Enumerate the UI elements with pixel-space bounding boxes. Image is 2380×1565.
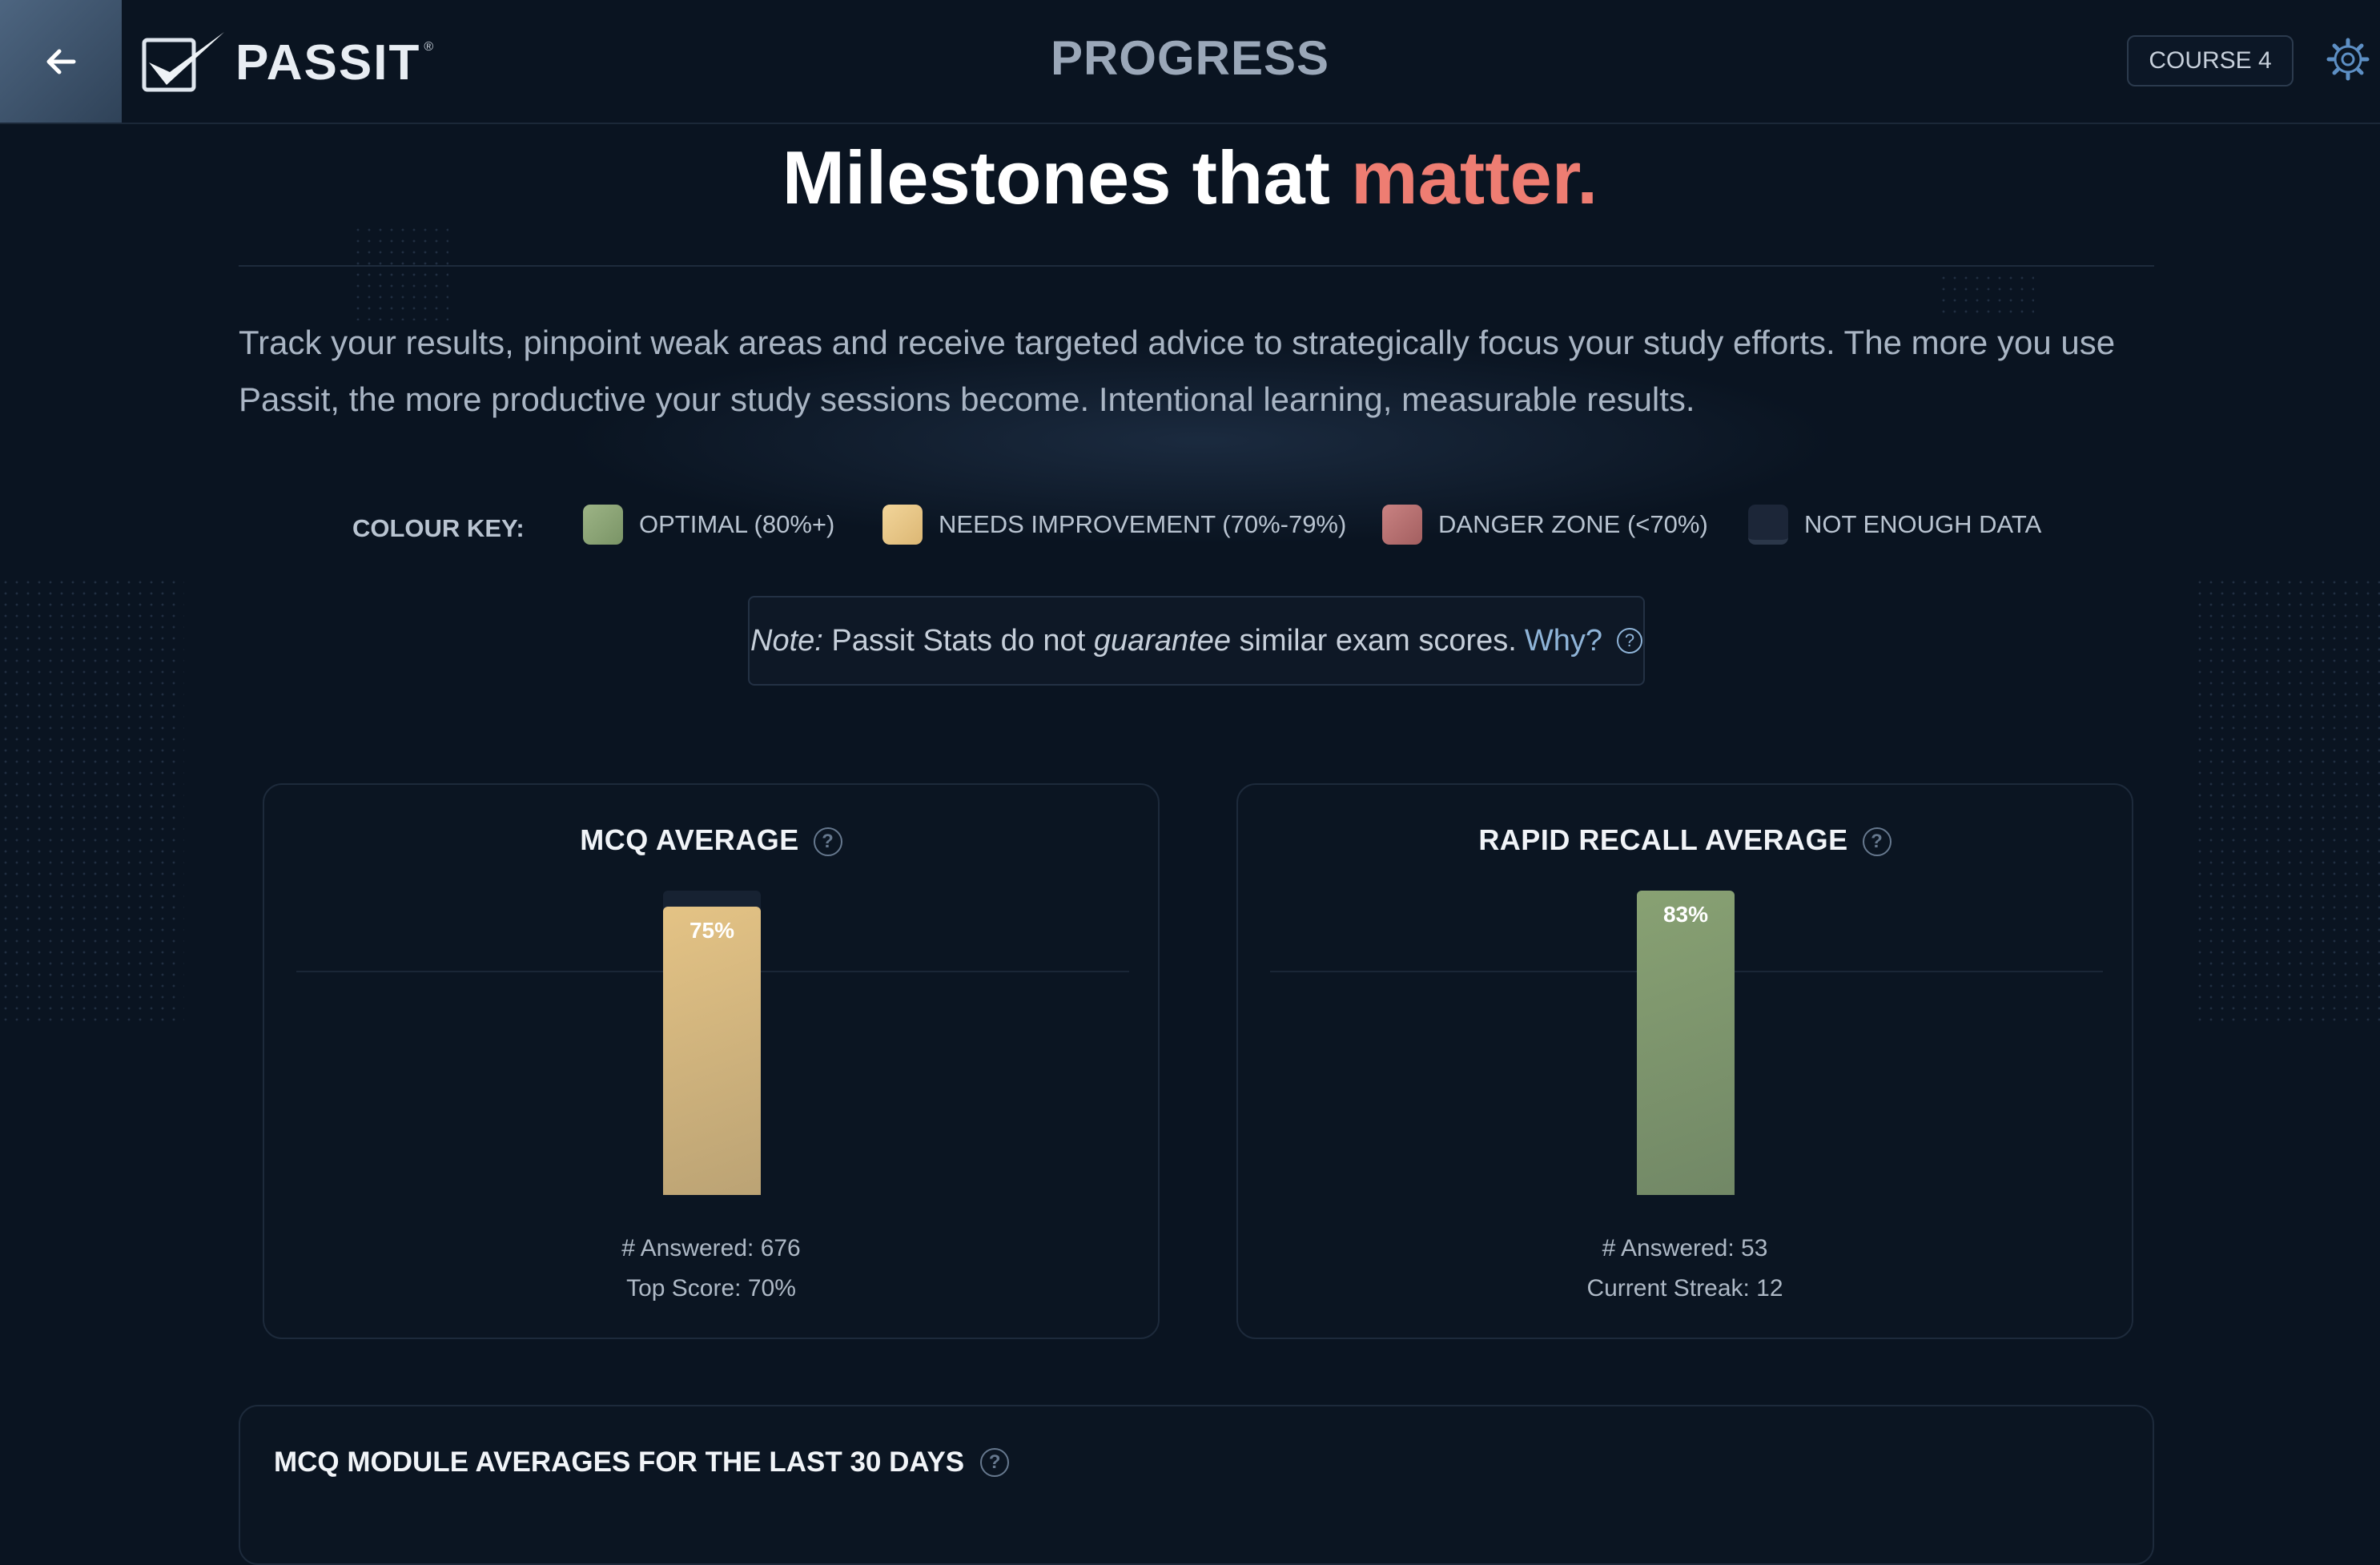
key-item-not-enough-data: NOT ENOUGH DATA bbox=[1748, 505, 2041, 545]
key-label-needs-improvement: NEEDS IMPROVEMENT (70%-79%) bbox=[939, 510, 1347, 538]
card-title: MCQ AVERAGE? bbox=[264, 823, 1158, 857]
average-bar bbox=[1637, 891, 1735, 1195]
card-title: RAPID RECALL AVERAGE? bbox=[1238, 823, 2132, 857]
bar-value-label: 83% bbox=[1662, 902, 1709, 927]
bar-value-label: 75% bbox=[689, 918, 735, 943]
mcq-average-card: MCQ AVERAGE? 75% # Answered: 676 Top Sco… bbox=[263, 783, 1160, 1339]
average-bar bbox=[663, 907, 761, 1195]
secondary-stat: Top Score: 70% bbox=[626, 1275, 796, 1301]
key-item-optimal: OPTIMAL (80%+) bbox=[583, 505, 834, 545]
note-text-2: similar exam scores. bbox=[1239, 623, 1517, 658]
module-averages-panel: MCQ MODULE AVERAGES FOR THE LAST 30 DAYS… bbox=[239, 1405, 2154, 1565]
colour-key-label: COLOUR KEY: bbox=[352, 514, 525, 542]
note-emphasis: guarantee bbox=[1093, 623, 1231, 658]
disclaimer-note: Note: Passit Stats do not guarantee simi… bbox=[748, 596, 1645, 686]
panel-title-text: MCQ MODULE AVERAGES FOR THE LAST 30 DAYS bbox=[274, 1446, 965, 1478]
key-item-needs-improvement: NEEDS IMPROVEMENT (70%-79%) bbox=[882, 505, 1346, 545]
note-prefix: Note: bbox=[750, 623, 823, 658]
rapid-recall-average-card: RAPID RECALL AVERAGE? 83% # Answered: 53… bbox=[1236, 783, 2133, 1339]
swatch-danger-zone bbox=[1382, 505, 1422, 545]
help-icon[interactable]: ? bbox=[1616, 628, 1642, 654]
card-title-text: RAPID RECALL AVERAGE bbox=[1478, 823, 1848, 856]
intro-text: Track your results, pinpoint weak areas … bbox=[239, 324, 2116, 418]
page-title: PROGRESS bbox=[1050, 31, 1330, 85]
note-text-1: Passit Stats do not bbox=[831, 623, 1086, 658]
headline: Milestones that matter. bbox=[0, 135, 2380, 221]
answered-count: # Answered: 676 bbox=[621, 1235, 801, 1261]
key-item-danger-zone: DANGER ZONE (<70%) bbox=[1382, 505, 1708, 545]
colour-key: COLOUR KEY: OPTIMAL (80%+) NEEDS IMPROVE… bbox=[0, 505, 2380, 549]
key-label-danger-zone: DANGER ZONE (<70%) bbox=[1438, 510, 1708, 538]
swatch-needs-improvement bbox=[882, 505, 923, 545]
headline-main: Milestones that bbox=[782, 135, 1330, 219]
help-icon[interactable]: ? bbox=[813, 827, 842, 857]
secondary-stat: Current Streak: 12 bbox=[1586, 1275, 1783, 1301]
course-selector-button[interactable]: COURSE 4 bbox=[2127, 35, 2294, 86]
help-icon[interactable]: ? bbox=[980, 1448, 1010, 1477]
help-icon[interactable]: ? bbox=[1862, 827, 1892, 857]
answered-count: # Answered: 53 bbox=[1602, 1235, 1768, 1261]
why-link[interactable]: Why? bbox=[1525, 624, 1602, 658]
swatch-optimal bbox=[583, 505, 623, 545]
divider bbox=[239, 265, 2154, 267]
gear-icon[interactable] bbox=[2326, 35, 2370, 83]
top-bar: PASSIT ® PROGRESS COURSE 4 bbox=[0, 0, 2380, 124]
panel-title: MCQ MODULE AVERAGES FOR THE LAST 30 DAYS… bbox=[274, 1446, 1010, 1479]
card-title-text: MCQ AVERAGE bbox=[580, 823, 799, 856]
key-label-not-enough-data: NOT ENOUGH DATA bbox=[1804, 510, 2042, 538]
swatch-not-enough-data bbox=[1748, 505, 1788, 545]
headline-accent: matter. bbox=[1351, 135, 1598, 219]
key-label-optimal: OPTIMAL (80%+) bbox=[639, 510, 835, 538]
